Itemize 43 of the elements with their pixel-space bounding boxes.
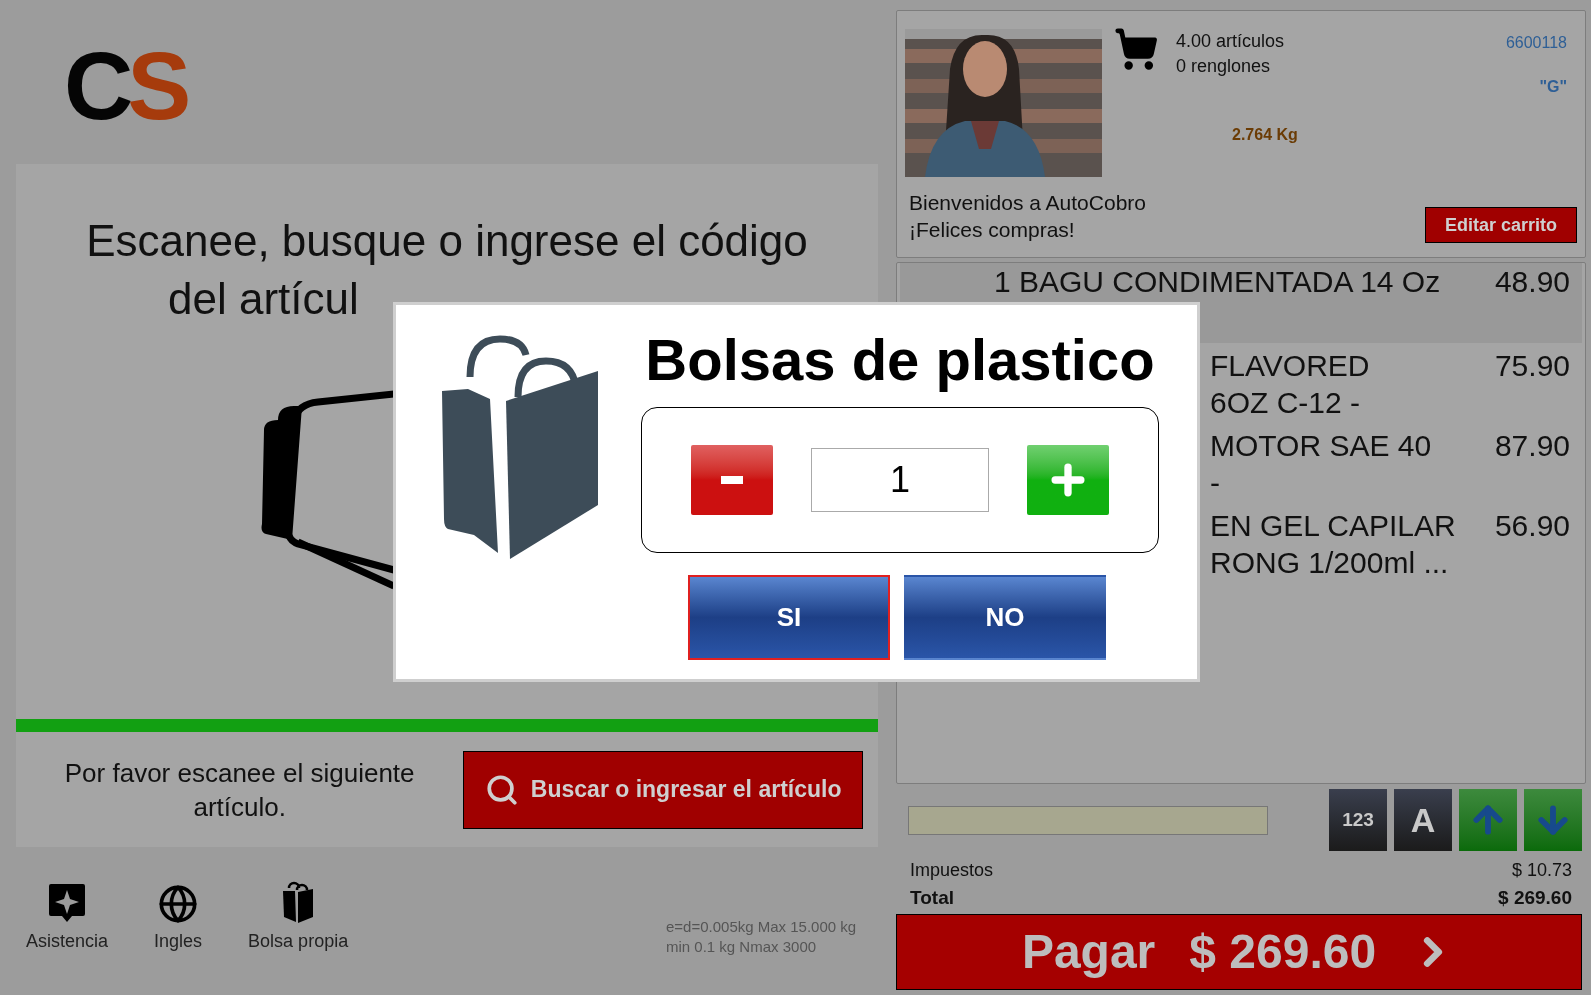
instruction-heading: Escanee, busque o ingrese el código del artícul [85,215,809,325]
quantity-field[interactable]: 1 [811,448,989,512]
decrease-button[interactable] [691,445,773,515]
minus-icon [721,476,743,484]
item-name: MOTOR SAE 40 - [1210,428,1433,501]
toolbar-button[interactable]: Bolsa propia [248,878,349,955]
item-name: EN GEL CAPILAR RONG 1/200ml ... [1210,508,1457,581]
scale-info: e=d=0.005kg Max 15.000 kg min 0.1 kg Nmax 3000 [666,917,858,957]
items-count: 4.00 artículos [1176,30,1286,53]
item-price: 48.90 [1494,264,1570,300]
globe-icon [158,884,199,924]
welcome-message: Bienvenidos a AutoCobro ¡Felices compras! [909,190,1146,243]
store-id: 6600118 [1505,33,1567,53]
pay-button[interactable]: Pagar $ 269.60 [896,914,1582,990]
lines-count: 0 renglones [1176,55,1272,78]
keyboard-key[interactable]: 123 [1329,789,1387,851]
sparkle-chat-icon [48,882,86,924]
dialog-button[interactable]: NO [904,575,1106,660]
edit-cart-button[interactable]: Editar carrito [1425,207,1577,243]
scroll-down-button[interactable] [1524,789,1582,851]
item-price: 75.90 [1494,348,1570,384]
toolbar-button[interactable]: Asistencia [26,882,109,955]
barcode-field[interactable] [908,805,1268,835]
scroll-up-button[interactable] [1459,789,1517,851]
item-price: 56.90 [1494,508,1570,544]
item-price: 87.90 [1494,428,1570,464]
tax-amount: $ 10.73 [1511,859,1572,882]
total-amount: $ 269.60 [1498,886,1572,910]
keyboard-key[interactable]: A [1394,789,1452,851]
lane-label: "G" [1539,77,1567,97]
toolbar-button[interactable]: Ingles [154,884,203,955]
cart-icon [1114,27,1158,71]
increase-button[interactable] [1027,445,1109,515]
dialog-button[interactable]: SI [688,575,890,660]
search-button[interactable]: Buscar o ingresar el artículo [463,750,863,829]
weight-reading: 2.764 Kg [1232,125,1298,145]
tax-label: Impuestos [910,859,994,882]
item-name: FLAVORED 6OZ C-12 - [1210,348,1371,421]
logo: CS [64,36,186,136]
search-icon [484,772,519,807]
item-name: 1 BAGU CONDIMENTADA 14 Oz [994,264,1442,300]
scan-hint: Por favor escanee el siguiente artículo. [63,756,416,824]
total-label: Total [910,886,954,910]
